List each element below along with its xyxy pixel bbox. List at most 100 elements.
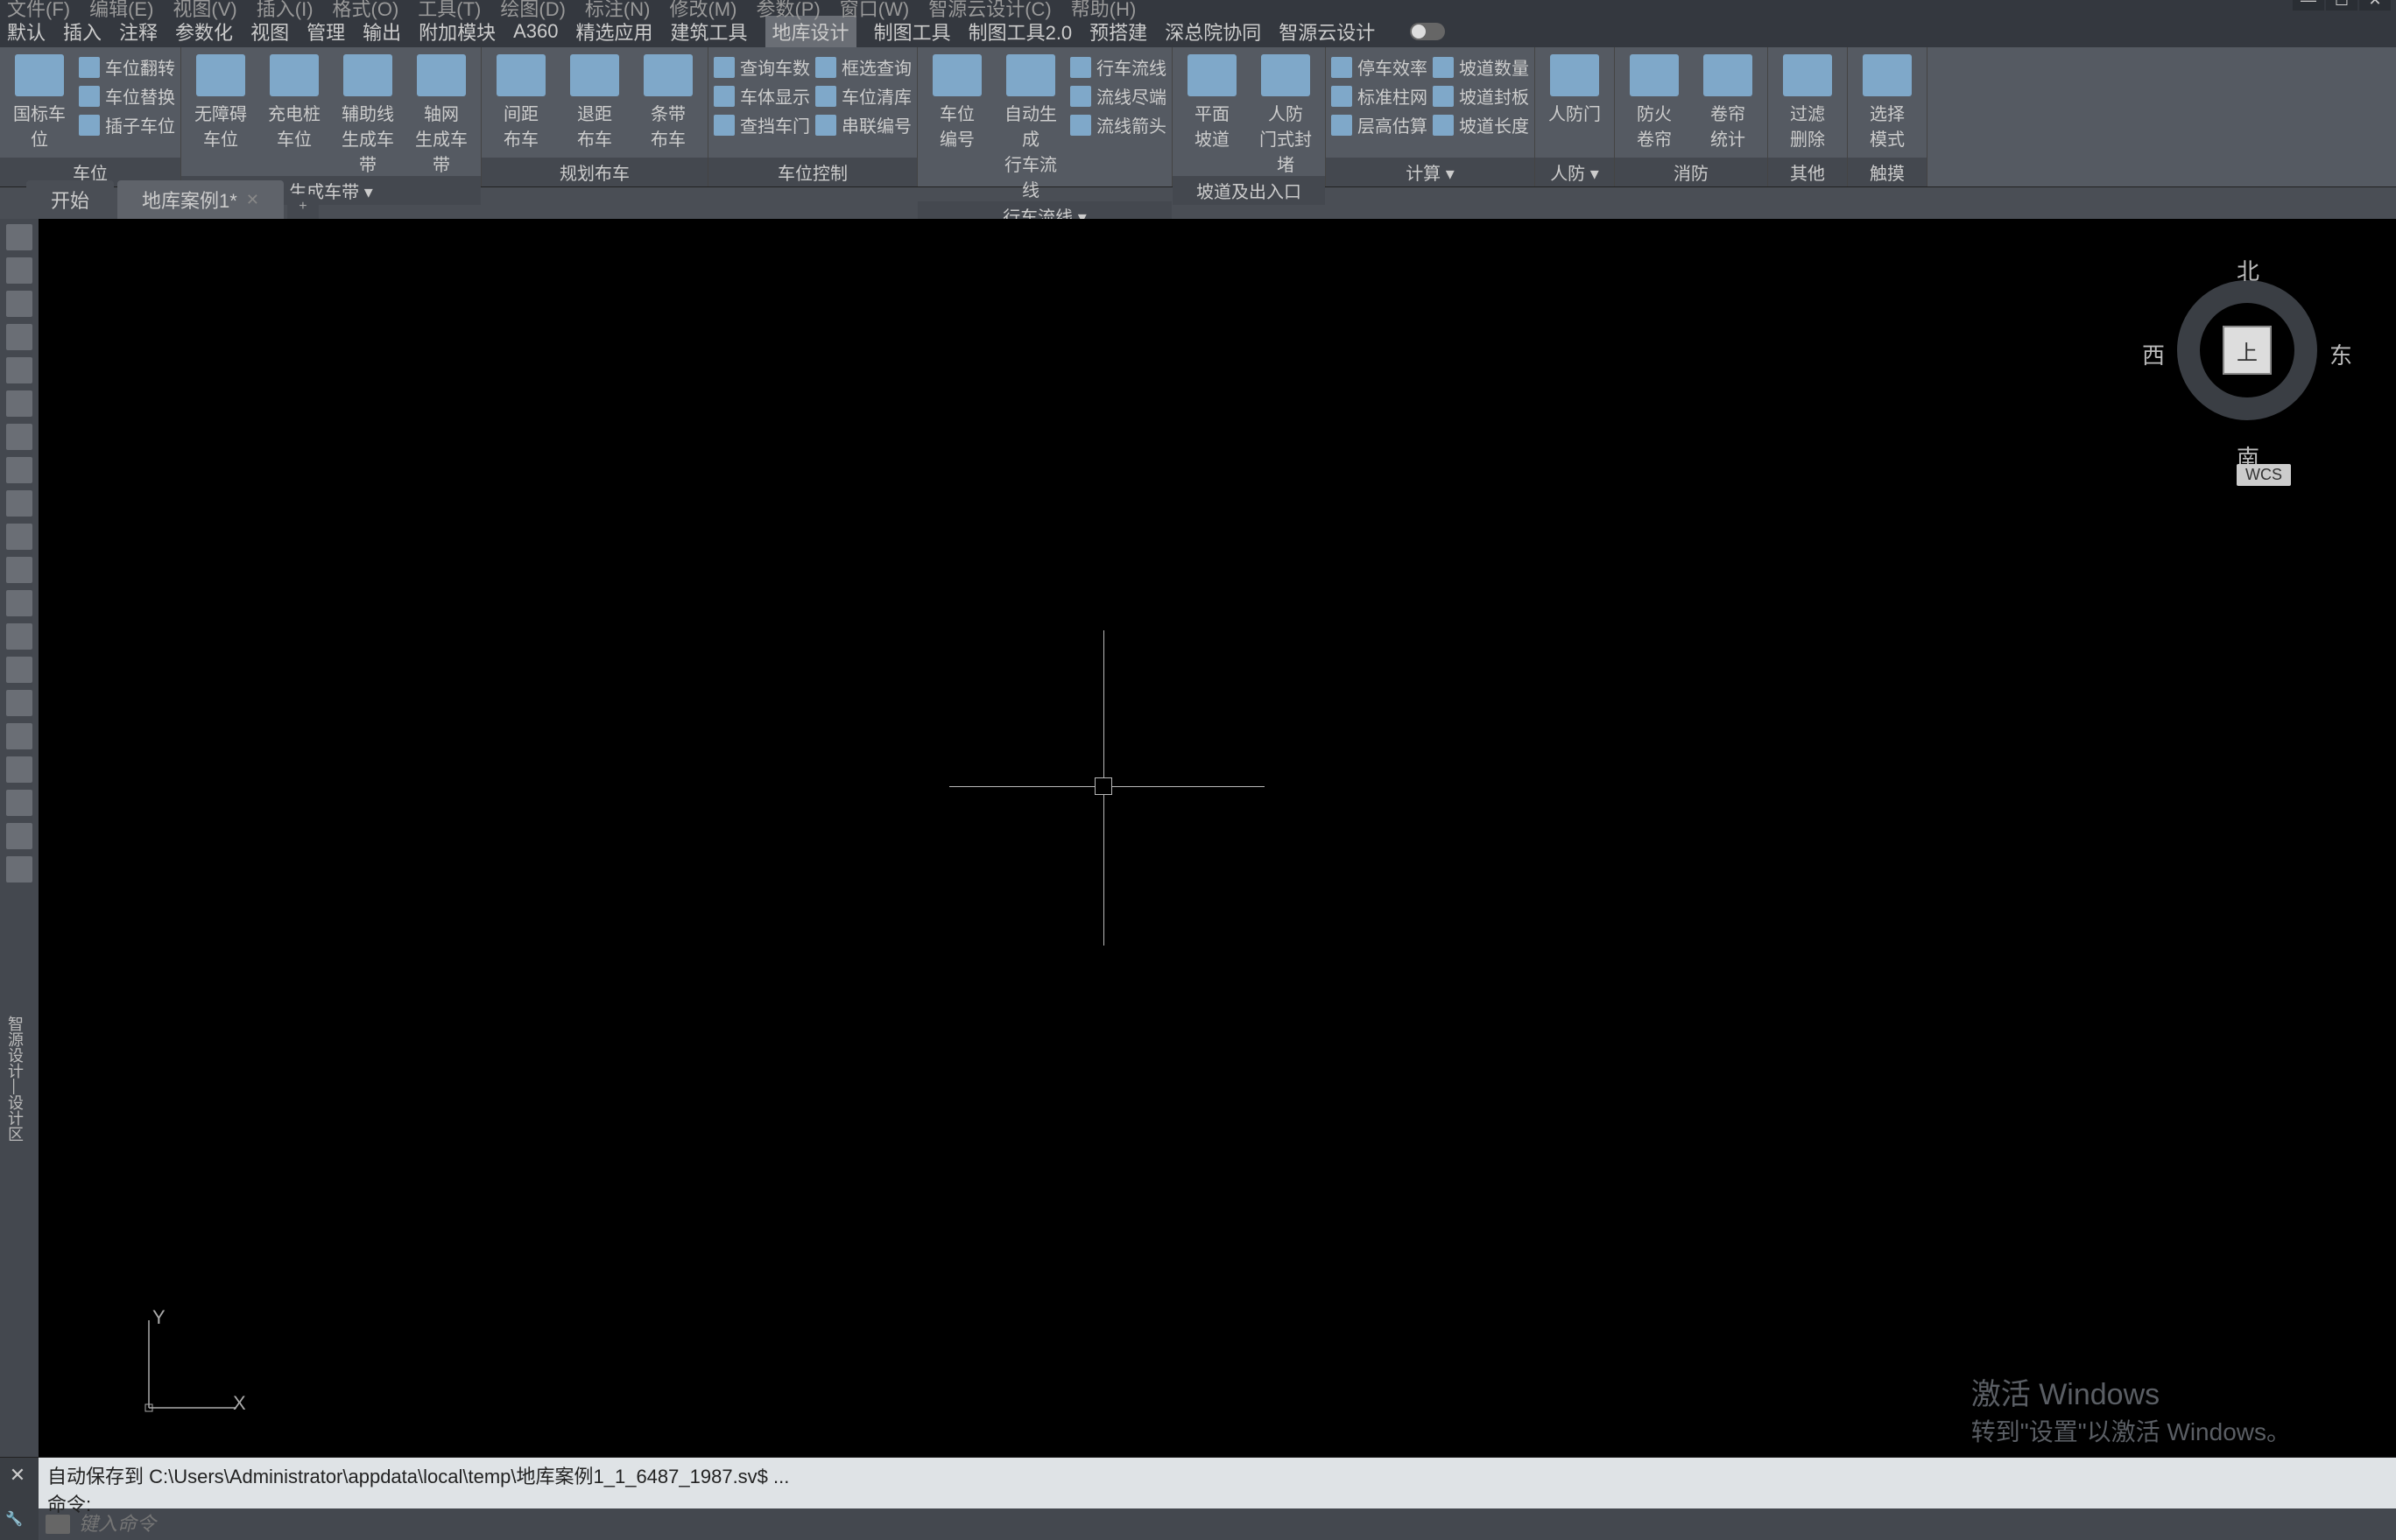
ribbon-small-button[interactable]: 车体显示 (714, 83, 810, 109)
viewcube[interactable]: 上 北 南 西 东 (2151, 254, 2343, 447)
panel-title[interactable]: 触摸 (1848, 158, 1927, 186)
ribbon-large-button[interactable]: 人防门式封堵 (1251, 54, 1320, 176)
side-panel-label[interactable]: 智源设计—设计区 (2, 1007, 28, 1150)
ribbon-small-button[interactable]: 行车流线 (1070, 54, 1166, 80)
minimize-button[interactable]: — (2293, 0, 2324, 11)
new-tab-button[interactable]: + (287, 194, 319, 219)
point-icon[interactable] (6, 623, 32, 650)
block-icon[interactable] (6, 590, 32, 616)
tool-palette[interactable] (0, 219, 39, 1457)
polyline-icon[interactable] (6, 257, 32, 284)
ribbon-large-button[interactable]: 选择模式 (1853, 54, 1921, 151)
panel-title[interactable]: 其他 (1768, 158, 1847, 186)
viewcube-east[interactable]: 东 (2329, 338, 2352, 370)
command-input[interactable] (79, 1513, 2389, 1536)
ribbon-large-button[interactable]: 自动生成行车流线 (997, 54, 1065, 201)
ribbon-small-button[interactable]: 坡道数量 (1433, 54, 1529, 80)
arc-icon[interactable] (6, 291, 32, 317)
menu-item[interactable]: 绘图(D) (500, 0, 566, 22)
ribbon-large-button[interactable]: 平面坡道 (1178, 54, 1246, 151)
table-icon[interactable] (6, 723, 32, 749)
dash-icon[interactable] (6, 790, 32, 816)
ribbon-small-button[interactable]: 车位替换 (79, 83, 175, 109)
line-icon[interactable] (6, 224, 32, 250)
menu-item[interactable]: 参数(P) (756, 0, 820, 22)
ribbon-small-button[interactable]: 框选查询 (815, 54, 912, 80)
ribbon-tab[interactable]: 深总院协同 (1165, 18, 1261, 46)
ribbon-small-button[interactable]: 流线箭头 (1070, 112, 1166, 137)
circle-icon[interactable] (6, 424, 32, 450)
command-close-icon[interactable]: ✕ (5, 1463, 30, 1487)
ribbon-large-button[interactable]: 国标车位 (5, 54, 74, 151)
color-icon[interactable] (6, 856, 32, 883)
ribbon-large-button[interactable]: 辅助线生成车带 (334, 54, 402, 176)
spline-icon[interactable] (6, 490, 32, 517)
ribbon-small-button[interactable]: 坡道长度 (1433, 112, 1529, 137)
ribbon-small-button[interactable]: 标准柱网 (1331, 83, 1427, 109)
panel-title[interactable]: 消防 (1615, 158, 1767, 186)
classic-menu-bar[interactable]: — ☐ ✕ 文件(F)编辑(E)视图(V)插入(I)格式(O)工具(T)绘图(D… (0, 0, 2396, 16)
ribbon-small-button[interactable]: 车位清库 (815, 83, 912, 109)
menu-item[interactable]: 视图(V) (173, 0, 236, 22)
menu-item[interactable]: 插入(I) (257, 0, 314, 22)
ribbon-large-button[interactable]: 过滤删除 (1773, 54, 1842, 151)
ribbon-small-button[interactable]: 查询车数 (714, 54, 810, 80)
menu-item[interactable]: 工具(T) (418, 0, 481, 22)
menu-item[interactable]: 格式(O) (333, 0, 399, 22)
command-settings-icon[interactable]: 🔧 (5, 1510, 30, 1535)
ribbon-large-button[interactable]: 退距布车 (560, 54, 629, 151)
ribbon-small-button[interactable]: 层高估算 (1331, 112, 1427, 137)
menu-item[interactable]: 标注(N) (585, 0, 651, 22)
ribbon-large-button[interactable]: 间距布车 (487, 54, 555, 151)
ribbon-large-button[interactable]: 无障碍车位 (187, 54, 255, 151)
ribbon-large-button[interactable]: 条带布车 (634, 54, 702, 151)
viewcube-west[interactable]: 西 (2142, 338, 2165, 370)
ribbon-small-button[interactable]: 插子车位 (79, 112, 175, 137)
panel-title[interactable]: 坡道及出入口 (1173, 176, 1325, 205)
command-input-row[interactable] (39, 1508, 2396, 1540)
viewcube-top-face[interactable]: 上 (2223, 326, 2272, 375)
ribbon-large-button[interactable]: 卷帘统计 (1694, 54, 1762, 151)
drawing-canvas[interactable]: Y X 上 北 南 西 东 WCS 激活 Windows 转到"设置"以激活 W… (39, 219, 2396, 1457)
snapshot-icon[interactable] (6, 756, 32, 783)
rect-icon[interactable] (6, 357, 32, 383)
maximize-button[interactable]: ☐ (2326, 0, 2357, 11)
menu-item[interactable]: 修改(M) (669, 0, 736, 22)
ribbon-toggle[interactable] (1410, 23, 1445, 40)
panel-title[interactable]: 车位控制 (708, 158, 917, 186)
menu-item[interactable]: 智源云设计(C) (928, 0, 1052, 22)
ribbon-small-button[interactable]: 串联编号 (815, 112, 912, 137)
hatch-icon[interactable] (6, 557, 32, 583)
ribbon-small-button[interactable]: 停车效率 (1331, 54, 1427, 80)
ribbon-tab[interactable]: A360 (513, 20, 558, 43)
ribbon-large-button[interactable]: 充电桩车位 (260, 54, 328, 151)
menu-item[interactable]: 帮助(H) (1071, 0, 1137, 22)
ribbon-large-button[interactable]: 人防门 (1540, 54, 1609, 125)
menu-item[interactable]: 文件(F) (7, 0, 70, 22)
measure-icon[interactable] (6, 657, 32, 683)
panel-title[interactable]: 规划布车 (482, 158, 708, 186)
ribbon-small-button[interactable]: 查挡车门 (714, 112, 810, 137)
text-icon[interactable] (6, 823, 32, 849)
wcs-label[interactable]: WCS (2237, 464, 2291, 486)
ribbon-large-button[interactable]: 防火卷帘 (1620, 54, 1688, 151)
close-button[interactable]: ✕ (2359, 0, 2391, 11)
command-history[interactable]: 自动保存到 C:\Users\Administrator\appdata\loc… (39, 1458, 2396, 1508)
menu-item[interactable]: 窗口(W) (840, 0, 909, 22)
curve-icon[interactable] (6, 390, 32, 417)
panel-title[interactable]: 计算 ▾ (1326, 158, 1534, 186)
ellipse-icon[interactable] (6, 524, 32, 550)
tab-close-icon[interactable]: ✕ (246, 191, 259, 209)
ribbon-large-button[interactable]: 车位编号 (923, 54, 991, 151)
panel-title[interactable]: 人防 ▾ (1535, 158, 1614, 186)
viewcube-north[interactable]: 北 (2237, 254, 2259, 286)
region-icon[interactable] (6, 690, 32, 716)
cloud-icon[interactable] (6, 457, 32, 483)
ribbon-tab[interactable]: 智源云设计 (1279, 18, 1375, 46)
menu-item[interactable]: 编辑(E) (89, 0, 153, 22)
document-tab[interactable]: 开始 (26, 180, 114, 219)
command-prompt-icon[interactable] (46, 1515, 70, 1534)
polygon-icon[interactable] (6, 324, 32, 350)
ribbon-large-button[interactable]: 轴网生成车带 (407, 54, 476, 176)
ribbon-small-button[interactable]: 车位翻转 (79, 54, 175, 80)
